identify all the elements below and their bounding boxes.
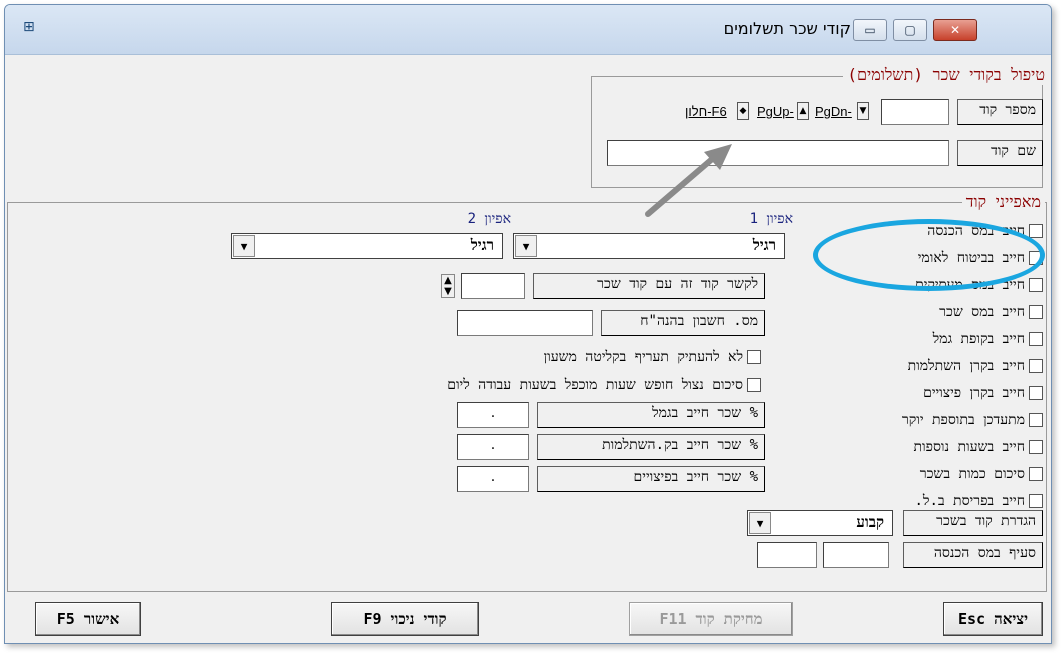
checkbox-box[interactable]	[1029, 494, 1043, 508]
close-icon: ✕	[949, 23, 961, 37]
feature1-select[interactable]: רגיל ▼	[513, 233, 785, 259]
tax-section-input-a[interactable]	[823, 542, 889, 568]
checkbox-label: חייב בפריסת ב.ל.	[914, 492, 1025, 509]
app-icon[interactable]: ⊞	[23, 19, 41, 35]
checkbox-no-copy-rate[interactable]: לא להעתיק תעריף בקליטה משעון	[544, 346, 761, 368]
checkbox-box[interactable]	[1029, 440, 1043, 454]
checkbox-sum-vacation[interactable]: סיכום נצול חופש שעות מוכפל בשעות עבודה ל…	[447, 374, 761, 396]
confirm-button[interactable]: אישור F5	[35, 602, 141, 636]
checkbox-overtime[interactable]: חייב בשעות נוספות	[913, 436, 1043, 458]
checkbox-box[interactable]	[1029, 305, 1043, 319]
code-handling-group	[591, 76, 1043, 188]
severance-pct-input[interactable]: .	[457, 466, 529, 492]
feature1-header: אפיון 1	[749, 211, 793, 227]
code-name-label: שם קוד	[957, 140, 1043, 166]
checkbox-label: חייב במס שכר	[939, 303, 1025, 320]
checkbox-training-fund[interactable]: חייב בקרן השתלמות	[908, 355, 1043, 377]
training-pct-label: % שכר חייב בק.השתלמות	[537, 434, 765, 460]
delete-code-button[interactable]: מחיקת קוד F11	[629, 602, 793, 636]
checkbox-box[interactable]	[1029, 224, 1043, 238]
feature1-value: רגיל	[752, 236, 776, 254]
code-def-value: קבוע	[856, 513, 884, 531]
link-code-input[interactable]	[461, 273, 525, 299]
pgup-arrow-icon[interactable]: ▲	[797, 102, 809, 120]
close-button[interactable]: ✕	[933, 19, 977, 41]
chevron-down-icon[interactable]: ▼	[233, 235, 255, 257]
title-bar: ⊞ קודי שכר תשלומים ▭ ▢ ✕	[5, 5, 1051, 55]
checkbox-cost-of-living[interactable]: מתעדכן בתוספת יוקר	[902, 409, 1043, 431]
checkbox-sum-quantity[interactable]: סיכום כמות בשכר	[920, 463, 1043, 485]
checkbox-box[interactable]	[1029, 467, 1043, 481]
checkbox-box[interactable]	[1029, 359, 1043, 373]
link-code-label: לקשר קוד זה עם קוד שכר	[533, 273, 765, 299]
checkbox-income-tax[interactable]: חייב במס הכנסה	[927, 220, 1043, 242]
code-features-legend: מאפייני קוד	[961, 192, 1045, 212]
checkbox-label: חייב במס מעסיקים	[915, 276, 1025, 293]
checkbox-label: חייב בקרן השתלמות	[907, 357, 1025, 374]
checkbox-label: חייב בקרן פיצויים	[923, 384, 1025, 401]
code-number-input[interactable]	[881, 99, 949, 125]
window-title: קודי שכר תשלומים	[723, 19, 851, 38]
code-handling-legend: טיפול בקודי שכר (תשלומים)	[843, 65, 1049, 85]
pension-pct-label: % שכר חייב בגמל	[537, 402, 765, 428]
deduction-codes-button[interactable]: קודי ניכוי F9	[331, 602, 479, 636]
code-name-input[interactable]	[607, 140, 949, 166]
checkbox-label: חייב בשעות נוספות	[913, 438, 1026, 455]
chevron-down-icon[interactable]: ▼	[515, 235, 537, 257]
maximize-icon: ▢	[904, 23, 916, 37]
checkbox-ni-spread[interactable]: חייב בפריסת ב.ל.	[914, 490, 1043, 512]
checkbox-provident-fund[interactable]: חייב בקופת גמל	[933, 328, 1043, 350]
checkbox-severance-fund[interactable]: חייב בקרן פיצויים	[923, 382, 1043, 404]
pension-pct-input[interactable]: .	[457, 402, 529, 428]
checkbox-box[interactable]	[1029, 278, 1043, 292]
checkbox-national-insurance[interactable]: חייב בביטוח לאומי	[918, 247, 1043, 269]
minimize-icon: ▭	[864, 23, 876, 37]
account-label: מס. חשבון בהנה"ח	[601, 310, 765, 336]
severance-pct-label: % שכר חייב בפיצויים	[537, 466, 765, 492]
link-code-spin-icon[interactable]: ▲ ▼	[441, 274, 455, 298]
exit-button[interactable]: יציאה Esc	[943, 602, 1043, 636]
nav-window-link[interactable]: חלון-F6	[685, 104, 727, 119]
tax-section-label: סעיף במס הכנסה	[903, 542, 1043, 568]
checkbox-label: מתעדכן בתוספת יוקר	[901, 411, 1025, 428]
checkbox-label: חייב במס הכנסה	[927, 222, 1025, 239]
nav-pgdn-link[interactable]: PgDn-	[815, 104, 852, 119]
feature2-value: רגיל	[470, 236, 494, 254]
checkbox-label: לא להעתיק תעריף בקליטה משעון	[543, 348, 743, 365]
feature2-header: אפיון 2	[467, 211, 511, 227]
checkbox-label: חייב בביטוח לאומי	[917, 249, 1025, 266]
pgdn-arrow-icon[interactable]: ▼	[857, 102, 869, 120]
checkbox-label: סיכום כמות בשכר	[919, 465, 1025, 482]
code-number-label: מספר קוד	[957, 99, 1043, 125]
minimize-button[interactable]: ▭	[853, 19, 887, 41]
maximize-button[interactable]: ▢	[893, 19, 927, 41]
checkbox-employer-tax[interactable]: חייב במס מעסיקים	[915, 274, 1043, 296]
checkbox-label: סיכום נצול חופש שעות מוכפל בשעות עבודה ל…	[447, 376, 743, 393]
checkbox-box[interactable]	[747, 378, 761, 392]
checkbox-salary-tax[interactable]: חייב במס שכר	[939, 301, 1043, 323]
checkbox-box[interactable]	[1029, 332, 1043, 346]
code-def-label: הגדרת קוד בשכר	[903, 510, 1043, 536]
nav-pgup-link[interactable]: PgUp-	[757, 104, 794, 119]
updown-spin-icon[interactable]: ◆	[737, 102, 749, 120]
feature2-select[interactable]: רגיל ▼	[231, 233, 503, 259]
payment-codes-window: ⊞ קודי שכר תשלומים ▭ ▢ ✕ טיפול בקודי שכר…	[4, 4, 1052, 644]
checkbox-box[interactable]	[1029, 251, 1043, 265]
chevron-down-icon[interactable]: ▼	[749, 512, 771, 534]
checkbox-box[interactable]	[1029, 413, 1043, 427]
tax-section-input-b[interactable]	[757, 542, 817, 568]
training-pct-input[interactable]: .	[457, 434, 529, 460]
checkbox-box[interactable]	[747, 350, 761, 364]
checkbox-label: חייב בקופת גמל	[932, 330, 1025, 347]
account-input[interactable]	[457, 310, 593, 336]
checkbox-box[interactable]	[1029, 386, 1043, 400]
code-def-select[interactable]: קבוע ▼	[747, 510, 893, 536]
